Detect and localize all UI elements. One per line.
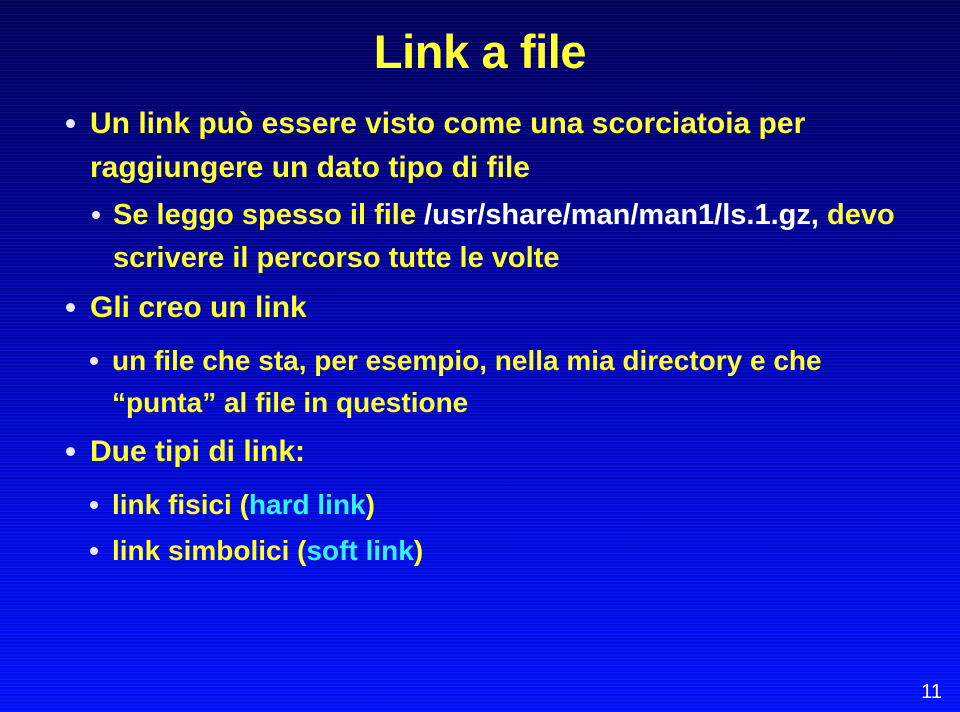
bullet-item: Un link può essere visto come una scorci…	[0, 102, 960, 190]
highlighted-term: hard link	[248, 489, 366, 520]
bullet-item: Gli creo un link	[0, 286, 960, 330]
slide-body-content: Un link può essere visto come una scorci…	[0, 102, 960, 572]
bullet-dot-icon	[90, 547, 98, 555]
bullet-text: Gli creo un link	[90, 291, 307, 324]
bullet-dot-icon	[66, 119, 75, 128]
bullet-item: link fisici (hard link)	[0, 484, 960, 526]
bullet-dot-icon	[92, 211, 100, 219]
slide-title: Link a file	[373, 25, 587, 78]
bullet-dot-icon	[66, 447, 75, 456]
bullet-item: Due tipi di link:	[0, 430, 960, 474]
bullet-dot-icon	[66, 303, 75, 312]
bullet-dot-icon	[90, 357, 98, 365]
bullet-item: link simbolici (soft link)	[0, 530, 960, 572]
presentation-slide: Link a file Un link può essere visto com…	[0, 0, 960, 712]
bullet-text: link simbolici (soft link)	[112, 530, 920, 572]
bullet-text-tail: )	[413, 535, 424, 566]
bullet-item: Se leggo spesso il file /usr/share/man/m…	[0, 194, 960, 280]
bullet-text: Due tipi di link:	[90, 435, 305, 468]
bullet-text-lead: link simbolici (	[112, 535, 307, 566]
bullet-text-tail: )	[365, 489, 375, 520]
bullet-text-lead: link fisici (	[112, 489, 249, 520]
bullet-item: un file che sta, per esempio, nella mia …	[0, 340, 960, 424]
bullet-text: link fisici (hard link)	[112, 484, 920, 526]
bullet-dot-icon	[90, 501, 98, 509]
bullet-text: Un link può essere visto come una scorci…	[90, 107, 806, 184]
file-path-text: /usr/share/man/man1/ls.1.gz,	[424, 199, 819, 231]
bullet-text-lead: Se leggo spesso il file	[113, 199, 425, 231]
highlighted-term: soft link	[306, 535, 414, 566]
bullet-text: un file che sta, per esempio, nella mia …	[112, 345, 822, 418]
bullet-text: Se leggo spesso il file /usr/share/man/m…	[113, 194, 920, 280]
page-number: 11	[921, 681, 942, 703]
